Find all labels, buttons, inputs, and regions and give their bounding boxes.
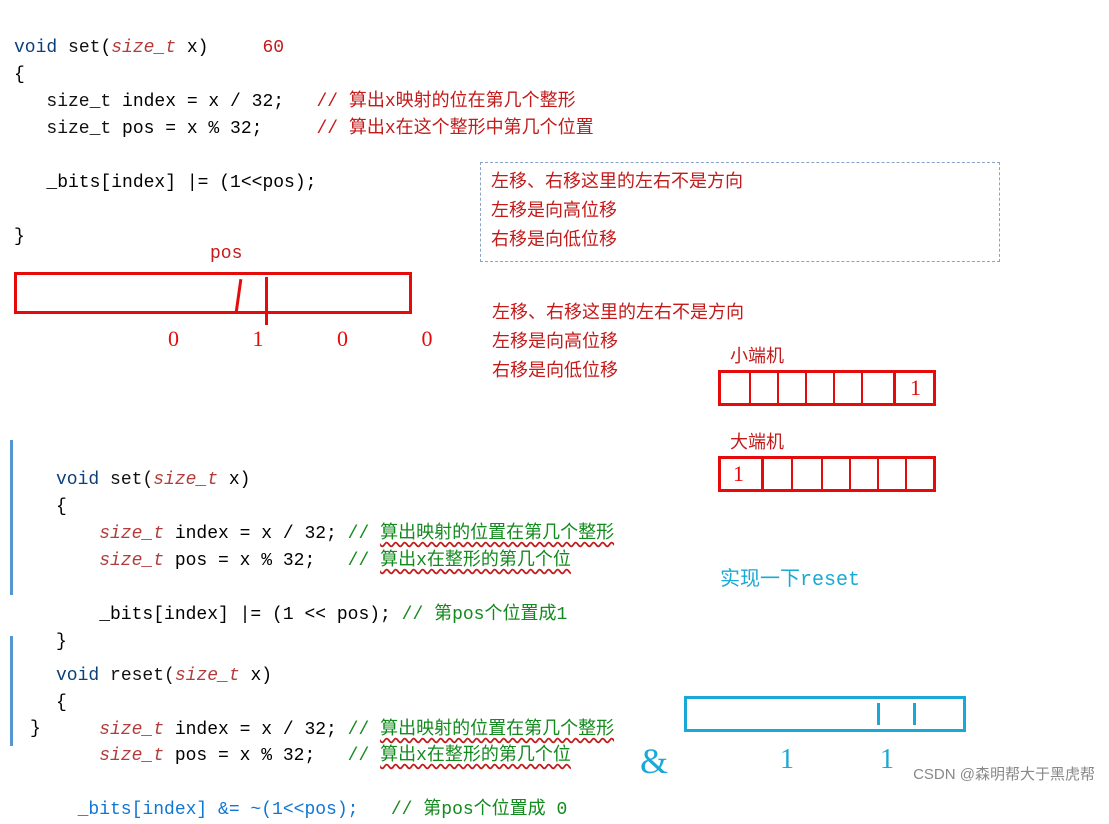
- note-reset: 实现一下reset: [720, 562, 860, 592]
- label-little-endian: 小端机: [730, 342, 784, 368]
- brace-bar-1: [10, 440, 13, 595]
- big-endian-box: 1: [718, 456, 936, 492]
- hand-digits: 0 1 0 0: [168, 326, 467, 352]
- kw-void: void: [14, 38, 57, 58]
- note-shift-1: 左移、右移这里的左右不是方向 左移是向高位移 右移是向低位移: [480, 162, 1000, 262]
- cyan-1b: 1: [880, 744, 894, 776]
- brace-bar-2: [10, 636, 13, 746]
- brace-close: }: [30, 716, 41, 743]
- tick-2: [265, 277, 268, 325]
- tick-1: [235, 279, 243, 313]
- watermark: CSDN @森明帮大于黑虎帮: [913, 763, 1095, 784]
- fn-name: [57, 38, 68, 58]
- code-block-3b: size_t pos = x % 32; // 算出x在整形的第几个位 _bit…: [56, 716, 571, 824]
- code-block-2: void set(size_t x) { size_t index = x / …: [56, 440, 614, 656]
- note-shift-2: 左移、右移这里的左右不是方向 左移是向高位移 右移是向低位移: [492, 300, 744, 386]
- label-big-endian: 大端机: [730, 428, 784, 454]
- marker-1: 1: [910, 375, 921, 401]
- marker-1b: 1: [733, 461, 744, 487]
- little-endian-box: 1: [718, 370, 936, 406]
- cyan-rect: [684, 696, 966, 732]
- bit-rect: [14, 272, 412, 314]
- pos-label: pos: [210, 244, 242, 264]
- cyan-1a: 1: [780, 744, 794, 776]
- cyan-amp: &: [640, 740, 668, 782]
